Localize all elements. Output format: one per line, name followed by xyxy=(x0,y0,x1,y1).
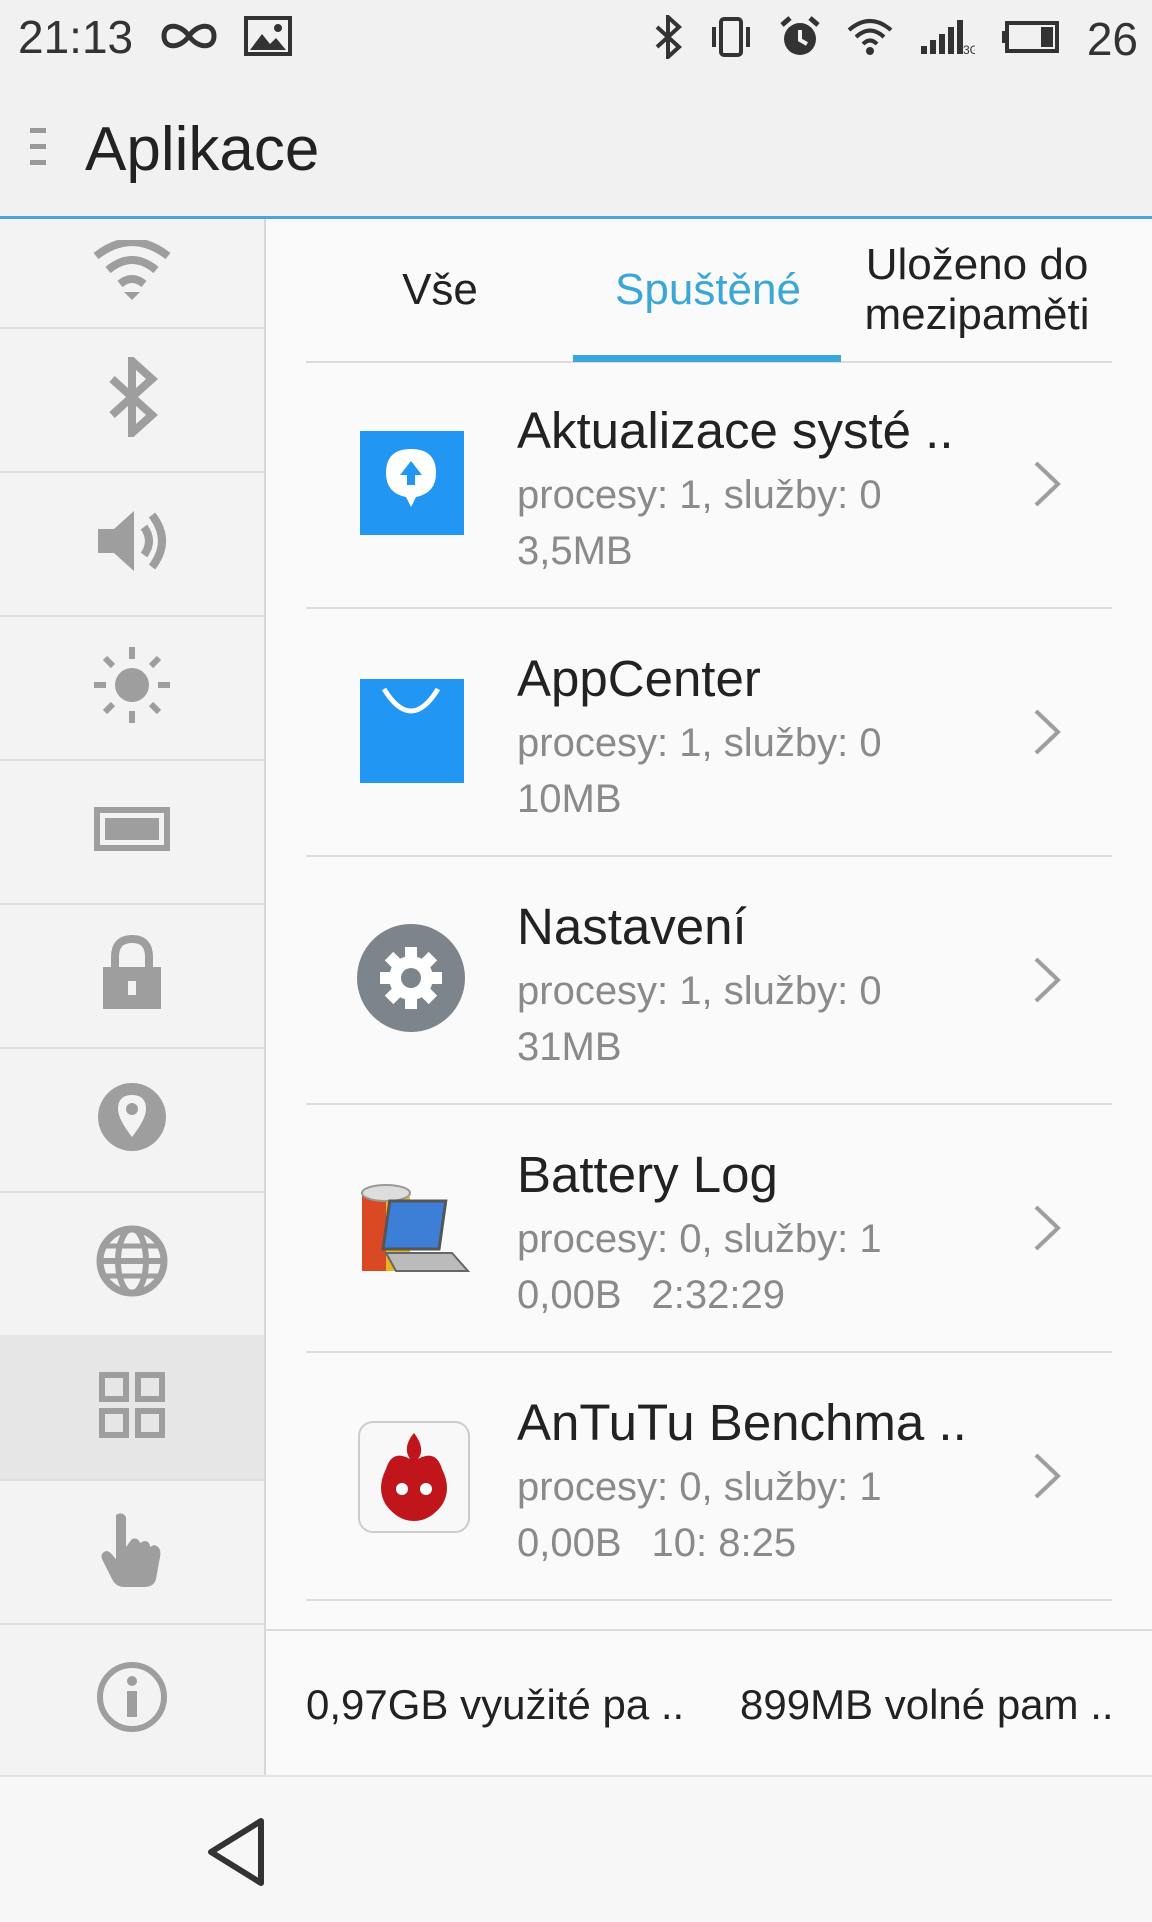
sidebar-item-wifi[interactable] xyxy=(0,219,264,329)
svg-text:3G: 3G xyxy=(963,43,975,56)
bluetooth-icon xyxy=(653,11,683,64)
list-item[interactable]: Battery Log procesy: 0, služby: 1 0,00B 2… xyxy=(306,1105,1112,1353)
memory-used-text: 0,97GB využité pa .. xyxy=(306,1681,685,1728)
image-icon xyxy=(244,16,292,61)
app-name: AnTuTu Benchma .. xyxy=(517,1394,967,1451)
chevron-right-icon xyxy=(1032,1203,1062,1258)
apps-grid-icon xyxy=(99,1371,165,1443)
menu-icon[interactable] xyxy=(28,124,52,177)
sidebar-item-location[interactable] xyxy=(0,1047,264,1193)
status-bar: 21:13 3G 26 xyxy=(0,0,1152,80)
hand-gesture-icon xyxy=(98,1509,166,1594)
app-processes: procesy: 0, služby: 1 xyxy=(517,1465,882,1509)
sidebar-item-battery[interactable] xyxy=(0,759,264,905)
app-memory: 3,5MB xyxy=(517,529,633,573)
app-processes: procesy: 1, služby: 0 xyxy=(517,721,882,765)
alarm-icon xyxy=(779,15,821,63)
page-title: Aplikace xyxy=(85,115,320,184)
battery-log-icon xyxy=(356,1171,471,1281)
wifi-icon xyxy=(92,237,172,307)
back-icon[interactable] xyxy=(205,1817,267,1892)
status-time: 21:13 xyxy=(18,11,134,63)
system-update-icon xyxy=(356,427,466,537)
lock-icon xyxy=(101,934,163,1016)
battery-icon xyxy=(1001,20,1061,59)
chevron-right-icon xyxy=(1032,1451,1062,1506)
globe-icon xyxy=(95,1224,169,1303)
signal-icon: 3G xyxy=(919,18,979,61)
bluetooth-icon xyxy=(104,351,160,442)
memory-free-text: 899MB volné pam .. xyxy=(740,1681,1114,1728)
tab-bar: Vše Spuštěné Uloženo do mezipaměti xyxy=(306,219,1112,363)
location-icon xyxy=(96,1081,168,1158)
sidebar-item-language[interactable] xyxy=(0,1191,264,1337)
sidebar-item-bluetooth[interactable] xyxy=(0,327,264,473)
sidebar-item-security[interactable] xyxy=(0,903,264,1049)
app-runtime: 10: 8:25 xyxy=(651,1521,797,1565)
info-icon xyxy=(96,1661,168,1738)
wifi-icon xyxy=(847,18,893,61)
tab-cached[interactable]: Uloženo do mezipaměti xyxy=(842,219,1112,361)
chevron-right-icon xyxy=(1032,459,1062,514)
tab-running[interactable]: Spuštěné xyxy=(574,219,842,361)
list-item[interactable]: Nastavení procesy: 1, služby: 0 31MB xyxy=(306,857,1112,1105)
app-memory: 31MB xyxy=(517,1025,622,1069)
list-item[interactable]: AnTuTu Benchma .. procesy: 0, služby: 1 … xyxy=(306,1353,1112,1601)
chevron-right-icon xyxy=(1032,707,1062,762)
sidebar-item-display[interactable] xyxy=(0,615,264,761)
battery-level-text: 26 xyxy=(1086,13,1138,65)
app-name: AppCenter xyxy=(517,650,761,707)
running-apps-list: Aktualizace systé .. procesy: 1, služby:… xyxy=(306,361,1112,1601)
app-memory: 0,00B 2:32:29 xyxy=(517,1273,785,1317)
chevron-right-icon xyxy=(1032,955,1062,1010)
tab-all[interactable]: Vše xyxy=(306,219,574,361)
brightness-icon xyxy=(92,645,172,730)
settings-sidebar xyxy=(0,219,266,1775)
app-name: Battery Log xyxy=(517,1146,778,1203)
app-processes: procesy: 0, služby: 1 xyxy=(517,1217,882,1261)
infinity-icon xyxy=(160,19,218,58)
list-item[interactable]: Aktualizace systé .. procesy: 1, služby:… xyxy=(306,361,1112,609)
sidebar-item-gestures[interactable] xyxy=(0,1479,264,1625)
memory-summary: 0,97GB využité pa .. 899MB volné pam .. xyxy=(266,1629,1152,1777)
app-runtime: 2:32:29 xyxy=(651,1273,785,1317)
settings-gear-icon xyxy=(356,923,466,1033)
app-processes: procesy: 1, služby: 0 xyxy=(517,473,882,517)
sidebar-item-apps[interactable] xyxy=(0,1335,264,1481)
volume-icon xyxy=(94,507,170,580)
app-processes: procesy: 1, služby: 0 xyxy=(517,969,882,1013)
sidebar-item-sound[interactable] xyxy=(0,471,264,617)
main-panel: Vše Spuštěné Uloženo do mezipaměti Aktua… xyxy=(266,219,1152,1777)
vibrate-icon xyxy=(709,16,753,62)
antutu-icon xyxy=(356,1419,470,1533)
app-header: Aplikace xyxy=(0,80,1152,219)
app-name: Aktualizace systé .. xyxy=(517,402,954,459)
list-item[interactable]: AppCenter procesy: 1, služby: 0 10MB xyxy=(306,609,1112,857)
appcenter-bag-icon xyxy=(356,675,466,785)
sidebar-item-about[interactable] xyxy=(0,1623,264,1775)
app-memory: 0,00B 10: 8:25 xyxy=(517,1521,797,1565)
app-memory: 10MB xyxy=(517,777,622,821)
app-name: Nastavení xyxy=(517,898,747,955)
battery-icon xyxy=(93,806,171,857)
navigation-bar xyxy=(0,1775,1152,1922)
